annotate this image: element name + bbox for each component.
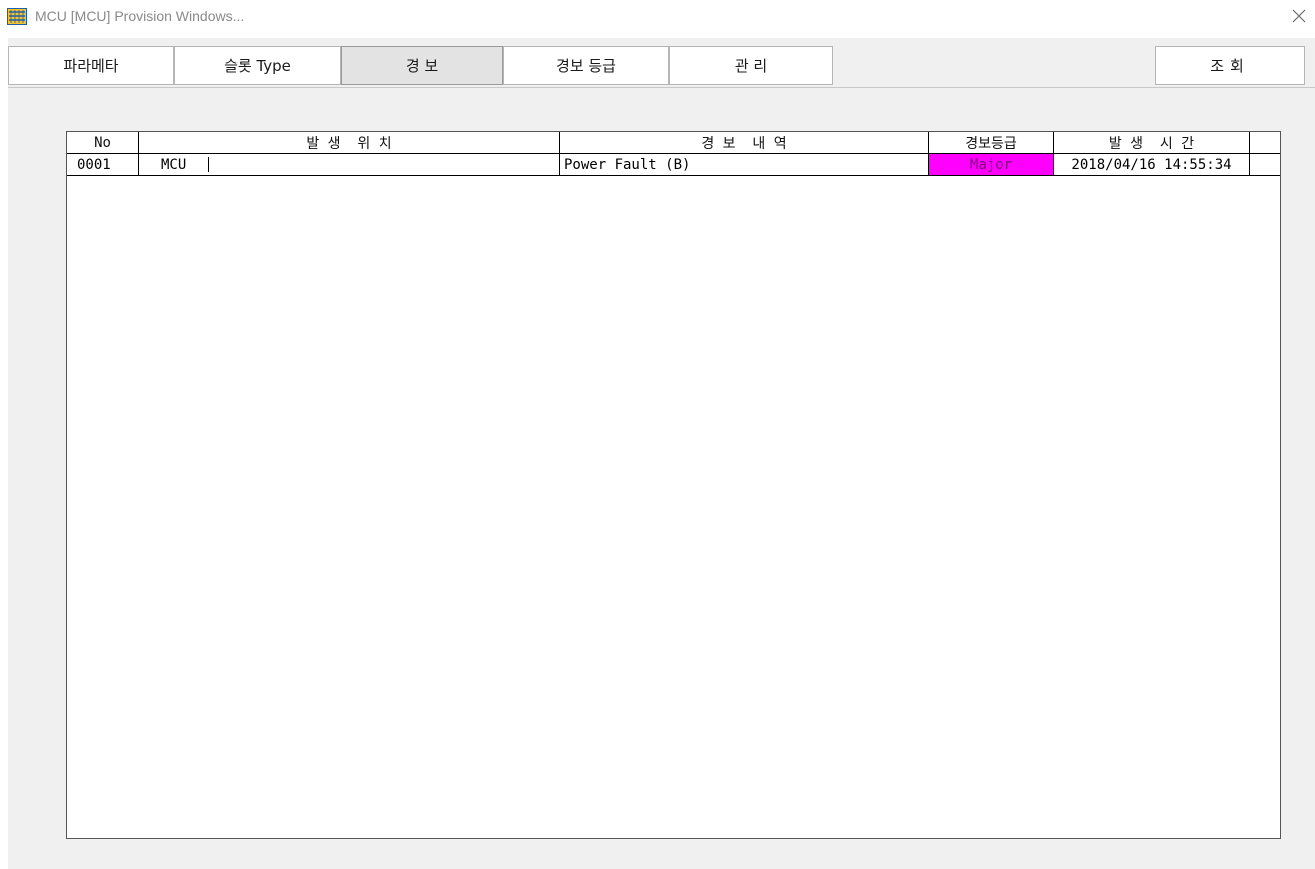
title-bar: MCU [MCU] Provision Windows... bbox=[0, 0, 1315, 34]
column-header-spacer bbox=[1250, 132, 1280, 153]
cell-grade: Major bbox=[929, 154, 1054, 175]
app-icon bbox=[7, 8, 27, 25]
column-header-grade[interactable]: 경보등급 bbox=[929, 132, 1054, 153]
column-header-description[interactable]: 경 보 내 역 bbox=[560, 132, 929, 153]
tab-label: 경보 등급 bbox=[556, 57, 616, 75]
column-header-location[interactable]: 발 생 위 치 bbox=[139, 132, 560, 153]
alarm-grid[interactable]: No 발 생 위 치 경 보 내 역 경보등급 발 생 시 간 0001 MCU… bbox=[66, 131, 1281, 839]
provision-window: MCU [MCU] Provision Windows... 파라메타 슬롯 T… bbox=[0, 0, 1315, 869]
tab-label: 파라메타 bbox=[63, 57, 119, 75]
cell-spacer bbox=[1250, 154, 1280, 175]
client-area: 파라메타 슬롯 Type 경 보 경보 등급 관 리 조회 No 발 생 위 치 bbox=[8, 38, 1315, 869]
query-button[interactable]: 조회 bbox=[1155, 46, 1305, 85]
column-header-no[interactable]: No bbox=[67, 132, 139, 153]
grid-header: No 발 생 위 치 경 보 내 역 경보등급 발 생 시 간 bbox=[67, 132, 1280, 154]
tab-alarm-grade[interactable]: 경보 등급 bbox=[503, 46, 669, 85]
column-header-time[interactable]: 발 생 시 간 bbox=[1054, 132, 1250, 153]
tab-bar: 파라메타 슬롯 Type 경 보 경보 등급 관 리 조회 bbox=[8, 38, 1315, 87]
tab-label: 관 리 bbox=[734, 57, 768, 75]
cell-description: Power Fault (B) bbox=[560, 154, 929, 175]
cell-time: 2018/04/16 14:55:34 bbox=[1054, 154, 1250, 175]
tab-parameter[interactable]: 파라메타 bbox=[8, 46, 174, 85]
text-cursor bbox=[208, 157, 210, 172]
window-title: MCU [MCU] Provision Windows... bbox=[35, 8, 245, 24]
cell-location-text: MCU bbox=[161, 156, 187, 173]
query-button-label: 조회 bbox=[1210, 57, 1250, 75]
tab-alarm[interactable]: 경 보 bbox=[341, 46, 503, 85]
tab-divider bbox=[8, 87, 1315, 88]
cell-no: 0001 bbox=[67, 154, 139, 175]
tab-management[interactable]: 관 리 bbox=[669, 46, 833, 85]
cell-location: MCU bbox=[139, 154, 560, 175]
tab-label: 경 보 bbox=[405, 57, 439, 75]
close-icon[interactable] bbox=[1285, 2, 1313, 30]
table-row[interactable]: 0001 MCU Power Fault (B) Major 2018/04/1… bbox=[67, 154, 1280, 176]
tab-slot-type[interactable]: 슬롯 Type bbox=[174, 46, 341, 85]
tab-label: 슬롯 Type bbox=[224, 57, 291, 75]
